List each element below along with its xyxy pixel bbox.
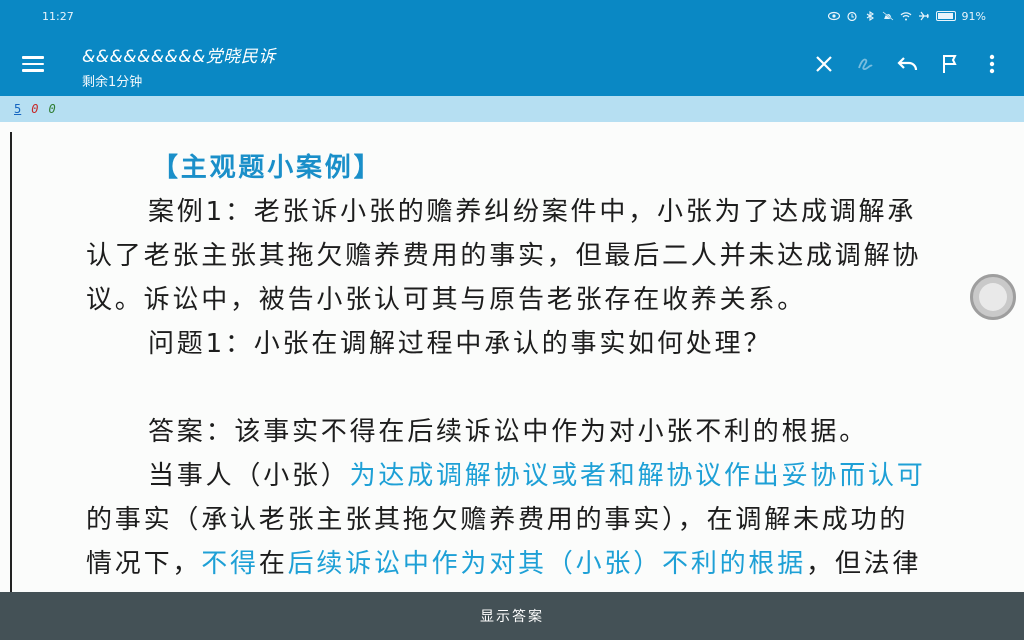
status-time: 11:27 bbox=[42, 9, 74, 23]
highlight-text: 为达成调解协议或者和解协议作出妥协而认可 bbox=[349, 461, 926, 491]
flag-icon[interactable] bbox=[934, 48, 966, 80]
undo-icon[interactable] bbox=[892, 48, 924, 80]
app-title: &&&&&&&&&党晓民诉 bbox=[82, 47, 276, 67]
passage-line: 认了老张主张其拖欠赡养费用的事实，但最后二人并未达成调解协 bbox=[86, 241, 922, 271]
status-icons: 91% bbox=[827, 9, 986, 23]
highlight-text: 不得 bbox=[201, 549, 259, 579]
wifi-icon bbox=[900, 12, 911, 21]
menu-icon[interactable] bbox=[22, 50, 50, 78]
app-bar: &&&&&&&&&党晓民诉 剩余1分钟 bbox=[0, 32, 1024, 96]
passage-line: 当事人（小张）为达成调解协议或者和解协议作出妥协而认可 bbox=[86, 454, 1006, 498]
text-segment: 情况下， bbox=[86, 549, 202, 579]
indicator-3: 0 bbox=[48, 102, 56, 116]
indicator-1[interactable]: 5 bbox=[14, 102, 21, 116]
floating-assist-button[interactable] bbox=[970, 274, 1016, 320]
passage-line: 案例1：老张诉小张的赡养纠纷案件中，小张为了达成调解承 bbox=[148, 197, 917, 227]
highlight-text: 后续诉讼中作为对其（小张）不利的根据 bbox=[287, 549, 807, 579]
show-answer-label: 显示答案 bbox=[480, 609, 544, 625]
passage-line: 议。诉讼中，被告小张认可其与原告老张存在收养关系。 bbox=[86, 285, 807, 315]
close-icon[interactable] bbox=[808, 48, 840, 80]
passage-line: 的事实（承认老张主张其拖欠赡养费用的事实），在调解未成功的 bbox=[86, 505, 909, 535]
battery-percent: 91% bbox=[961, 9, 986, 23]
case-passage: 【主观题小案例】 案例1：老张诉小张的赡养纠纷案件中，小张为了达成调解承 认了老… bbox=[86, 146, 1006, 586]
app-subtitle: 剩余1分钟 bbox=[82, 75, 143, 90]
text-segment: ，但法律 bbox=[806, 549, 922, 579]
show-answer-button[interactable]: 显示答案 bbox=[0, 592, 1024, 640]
answer-line: 答案：该事实不得在后续诉讼中作为对小张不利的根据。 bbox=[148, 417, 869, 447]
alarm-icon bbox=[846, 11, 857, 21]
more-vert-icon[interactable] bbox=[976, 48, 1008, 80]
passage-heading: 【主观题小案例】 bbox=[152, 153, 383, 183]
left-margin-line bbox=[10, 132, 12, 592]
handwriting-icon[interactable] bbox=[850, 48, 882, 80]
mute-icon bbox=[882, 11, 894, 21]
indicator-2: 0 bbox=[31, 102, 39, 116]
question-content: 【主观题小案例】 案例1：老张诉小张的赡养纠纷案件中，小张为了达成调解承 认了老… bbox=[0, 122, 1024, 592]
status-bar: 11:27 91% bbox=[0, 0, 1024, 32]
airplane-icon bbox=[918, 11, 929, 21]
question-line: 问题1：小张在调解过程中承认的事实如何处理？ bbox=[148, 329, 773, 359]
title-block: &&&&&&&&&党晓民诉 剩余1分钟 bbox=[82, 42, 276, 90]
passage-line: 情况下，不得在后续诉讼中作为对其（小张）不利的根据，但法律 bbox=[86, 542, 1006, 586]
action-buttons bbox=[808, 48, 1008, 80]
indicator-bar: 5 0 0 bbox=[0, 96, 1024, 122]
text-segment: 当事人（小张） bbox=[148, 461, 350, 491]
battery-icon bbox=[935, 11, 956, 21]
text-segment: 在 bbox=[258, 549, 288, 579]
bluetooth-icon bbox=[866, 11, 874, 21]
eye-icon bbox=[827, 11, 840, 21]
